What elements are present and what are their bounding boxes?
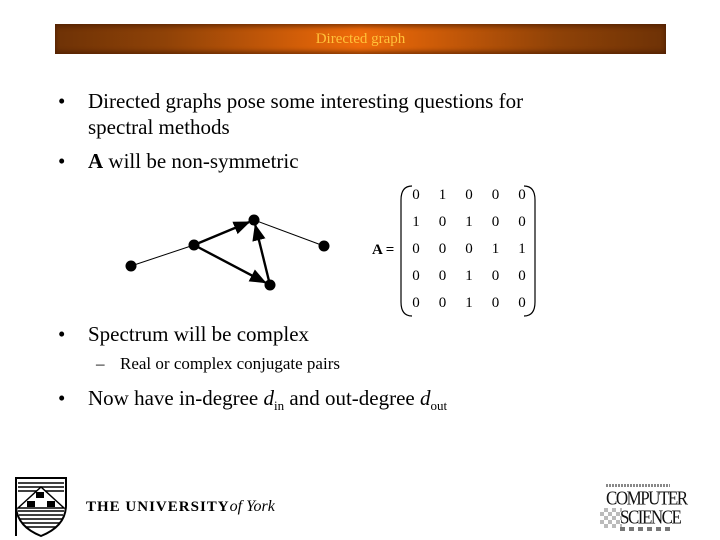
directed-edge [193,221,251,247]
matrix-cell: 0 [465,187,473,203]
graph-node [125,260,137,272]
matrix-cell: 0 [438,214,447,230]
logo-science-text: SCIENCE [620,506,682,528]
matrix-cell: 0 [518,187,526,203]
matrix-cell: 1 [465,295,473,311]
directed-graph [125,185,536,317]
matrix-cell: 1 [438,187,447,203]
adjacency-matrix: 0 1 0 0 0 1 0 1 0 0 0 0 0 1 1 0 0 1 0 0 0 0 1 0 0 [400,184,536,318]
directed-edge [252,223,272,286]
matrix-cell: 0 [412,295,420,311]
sub-bullet-text: Real or complex conjugate pairs [120,354,340,373]
in-degree-subscript: in [274,398,285,413]
bullet-text: Spectrum will be complex [88,322,310,346]
university-name: THE UNIVERSITY [86,499,230,515]
degree-prefix: Now have in-degree [88,386,264,410]
undirected-edge [130,244,195,267]
matrix-cell: 0 [412,241,420,257]
graph-node [264,279,276,291]
matrix-cell: 0 [491,214,500,230]
out-degree-subscript: out [430,398,448,413]
matrix-cell: 0 [518,268,526,284]
logo-bottom-squares [620,527,670,531]
matrix-cell: 0 [465,241,473,257]
university-york-script: of York [229,498,275,515]
matrix-cell: 0 [518,214,526,230]
matrix-label: A = [372,242,395,258]
matrix-cell: 0 [438,295,447,311]
bullet-text: Now have in-degree din and out-degree do… [88,385,448,413]
matrix-cell: 0 [518,295,526,311]
matrix-cell: 0 [412,187,420,203]
matrix-cell: 0 [412,268,420,284]
undirected-edge [253,219,325,247]
logo-checker-pattern [600,508,622,528]
matrix-cell: 1 [518,241,526,257]
matrix-cell: 0 [491,268,500,284]
graph-node [188,239,200,251]
matrix-cell: 0 [438,241,447,257]
graph-node [318,240,330,252]
matrix-cell: 0 [438,268,447,284]
matrix-cell: 1 [465,268,473,284]
sub-bullet-marker: – [96,354,105,373]
graph-node [248,214,260,226]
matrix-cell: 1 [465,214,473,230]
degree-middle: and out-degree [284,386,420,410]
directed-edge [193,243,267,284]
bullet-marker: • [58,386,66,410]
matrix-cell: 1 [491,241,500,257]
in-degree-symbol: d [263,386,275,410]
bullet-marker: • [58,322,66,346]
matrix-cell: 0 [491,295,500,311]
matrix-cell: 1 [412,214,420,230]
matrix-cell: 0 [491,187,500,203]
out-degree-symbol: d [420,386,431,410]
university-wordmark: THE UNIVERSITYof York [86,498,275,516]
computer-science-logo: COMPUTER SCIENCE [600,484,688,532]
